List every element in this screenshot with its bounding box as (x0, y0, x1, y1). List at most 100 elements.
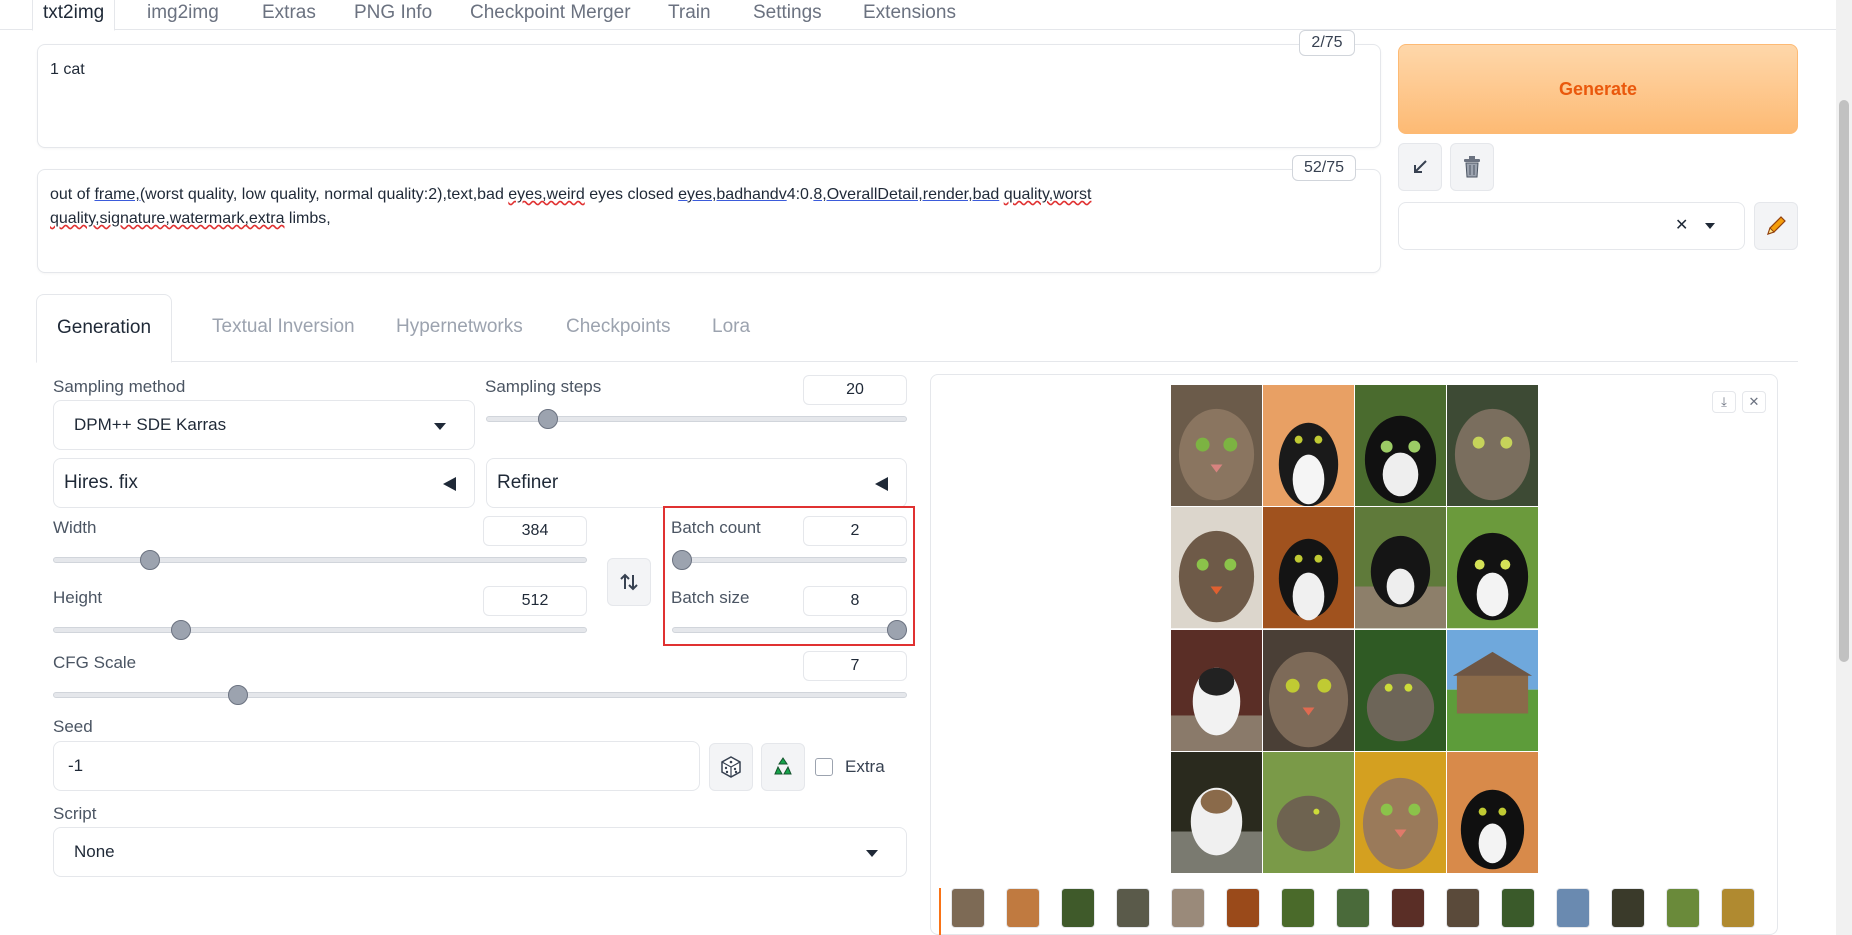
cfg-scale-slider-thumb[interactable] (228, 685, 249, 705)
neg-seg: quality,signature,watermark,extra (50, 210, 285, 227)
script-dropdown[interactable]: None (53, 827, 907, 877)
cat-image[interactable] (1171, 385, 1262, 507)
tab-img2img[interactable]: img2img (137, 0, 229, 30)
tab-png-info[interactable]: PNG Info (344, 0, 442, 30)
seed-input[interactable]: -1 (53, 741, 700, 791)
close-icon[interactable]: ✕ (1742, 391, 1766, 413)
cat-image[interactable] (1263, 385, 1354, 507)
thumbnail[interactable] (1281, 888, 1315, 928)
tab-extensions[interactable]: Extensions (853, 0, 966, 30)
sampling-steps-input[interactable]: 20 (803, 375, 907, 405)
height-input[interactable]: 512 (483, 586, 587, 616)
sampling-steps-slider-thumb[interactable] (538, 409, 559, 429)
positive-token-counter: 2/75 (1299, 30, 1355, 56)
cat-image[interactable] (1171, 507, 1262, 629)
gallery-selection-indicator (939, 888, 941, 935)
thumbnail[interactable] (1611, 888, 1645, 928)
thumbnail[interactable] (1446, 888, 1480, 928)
cat-image[interactable] (1263, 751, 1354, 873)
negative-token-counter: 52/75 (1292, 155, 1356, 181)
neg-seg: 4:0. (786, 186, 814, 203)
house-image[interactable] (1447, 629, 1538, 751)
pencil-icon (1767, 216, 1786, 235)
extra-networks-tab-bar: Generation Textual Inversion Hypernetwor… (36, 294, 1798, 363)
tab-checkpoint-merger[interactable]: Checkpoint Merger (460, 0, 641, 30)
chevron-down-icon (1705, 223, 1715, 229)
read-params-button[interactable] (1398, 143, 1442, 191)
tab-hypernetworks[interactable]: Hypernetworks (376, 294, 543, 362)
dice-icon (721, 756, 741, 778)
tab-train[interactable]: Train (658, 0, 721, 30)
hires-fix-accordion[interactable]: Hires. fix (53, 458, 475, 508)
tab-txt2img[interactable]: txt2img (32, 0, 116, 31)
extra-seed-checkbox[interactable] (815, 758, 833, 776)
thumbnail[interactable] (1061, 888, 1095, 928)
thumbnail[interactable] (1226, 888, 1260, 928)
cat-image[interactable] (1171, 751, 1262, 873)
thumbnail[interactable] (1556, 888, 1590, 928)
width-input[interactable]: 384 (483, 516, 587, 546)
sampling-method-dropdown[interactable]: DPM++ SDE Karras (53, 400, 475, 450)
scrollbar-thumb[interactable] (1839, 100, 1849, 662)
height-slider[interactable] (53, 627, 587, 633)
collapse-triangle-icon (443, 477, 456, 491)
cat-image[interactable] (1355, 385, 1446, 507)
cat-image[interactable] (1263, 629, 1354, 751)
edit-styles-button[interactable] (1754, 202, 1798, 250)
script-value: None (74, 842, 115, 861)
thumbnail[interactable] (1391, 888, 1425, 928)
sampling-method-label: Sampling method (53, 377, 186, 396)
cat-image[interactable] (1263, 507, 1354, 629)
tab-generation[interactable]: Generation (36, 294, 173, 363)
thumbnail[interactable] (951, 888, 985, 928)
arrow-down-left-icon (1414, 160, 1427, 173)
clear-prompt-button[interactable] (1450, 143, 1494, 191)
height-slider-thumb[interactable] (171, 620, 192, 640)
clear-styles-icon[interactable]: ✕ (1675, 215, 1688, 235)
tab-checkpoints[interactable]: Checkpoints (546, 294, 691, 362)
width-slider[interactable] (53, 557, 587, 563)
cfg-scale-slider[interactable] (53, 692, 907, 698)
neg-seg: eyes closed (584, 186, 679, 203)
tab-textual-inversion[interactable]: Textual Inversion (192, 294, 375, 362)
styles-dropdown[interactable]: ✕ (1398, 202, 1745, 250)
tab-settings[interactable]: Settings (743, 0, 832, 30)
neg-seg: out of (50, 186, 95, 203)
thumbnail[interactable] (1116, 888, 1150, 928)
neg-seg: quality,worst (1003, 186, 1092, 203)
tab-lora[interactable]: Lora (692, 294, 770, 362)
generate-button[interactable]: Generate (1398, 44, 1798, 134)
download-icon[interactable]: ⤓ (1712, 391, 1736, 413)
cat-image[interactable] (1355, 507, 1446, 629)
cat-image[interactable] (1171, 629, 1262, 751)
width-label: Width (53, 518, 97, 537)
swap-dimensions-button[interactable] (607, 558, 651, 606)
refiner-accordion[interactable]: Refiner (486, 458, 907, 508)
cat-image[interactable] (1447, 751, 1538, 873)
cat-image[interactable] (1447, 385, 1538, 507)
seed-label: Seed (53, 717, 93, 736)
cat-image[interactable] (1447, 507, 1538, 629)
thumbnail[interactable] (1171, 888, 1205, 928)
neg-seg: eyes,weird (508, 186, 585, 203)
thumbnail[interactable] (1336, 888, 1370, 928)
extra-seed-label: Extra (845, 757, 885, 776)
thumbnail[interactable] (1721, 888, 1755, 928)
random-seed-button[interactable] (709, 743, 753, 791)
trash-icon (1464, 156, 1480, 178)
positive-prompt-text: 1 cat (50, 61, 85, 78)
cat-image[interactable] (1355, 629, 1446, 751)
output-image-grid[interactable] (1171, 385, 1538, 873)
cat-image[interactable] (1355, 751, 1446, 873)
tab-extras[interactable]: Extras (252, 0, 326, 30)
page-scrollbar[interactable] (1836, 0, 1852, 935)
swap-dimensions-icon (620, 573, 638, 591)
positive-prompt-input[interactable] (37, 44, 1381, 148)
thumbnail[interactable] (1006, 888, 1040, 928)
recycle-icon (774, 757, 792, 775)
thumbnail[interactable] (1666, 888, 1700, 928)
width-slider-thumb[interactable] (140, 550, 161, 570)
reuse-seed-button[interactable] (761, 743, 805, 791)
thumbnail[interactable] (1501, 888, 1535, 928)
cfg-scale-input[interactable]: 7 (803, 651, 907, 681)
